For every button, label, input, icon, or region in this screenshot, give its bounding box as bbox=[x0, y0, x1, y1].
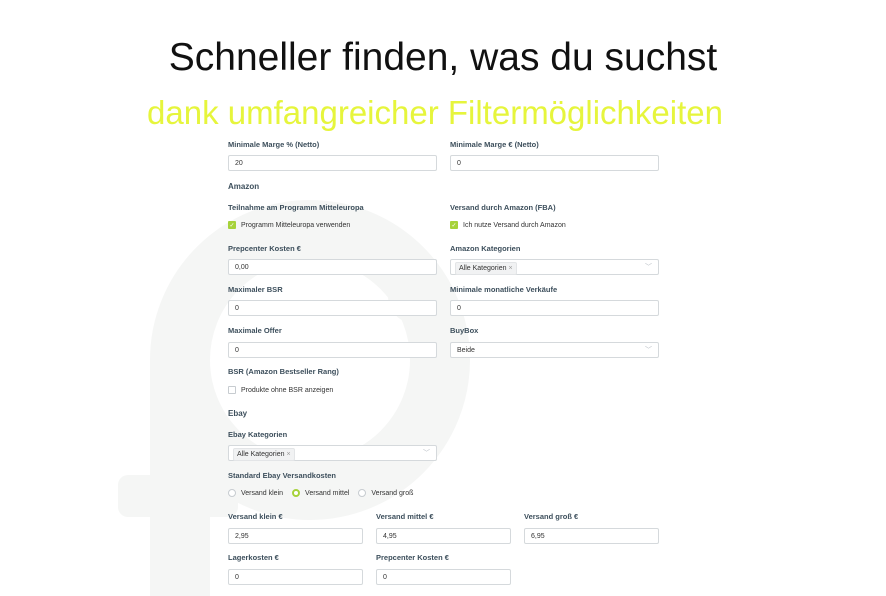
ship-small-input[interactable]: 2,95 bbox=[228, 528, 363, 544]
radio-option-large[interactable]: Versand groß bbox=[358, 489, 413, 497]
category-tag-label: Alle Kategorien bbox=[237, 451, 285, 458]
min-monthly-sales-label: Minimale monatliche Verkäufe bbox=[450, 285, 558, 294]
storage-cost-input[interactable]: 0 bbox=[228, 569, 363, 585]
shipping-label: Standard Ebay Versandkosten bbox=[228, 471, 336, 480]
chevron-down-icon[interactable]: ﹀ bbox=[423, 446, 430, 462]
tag-remove-icon[interactable]: × bbox=[508, 265, 512, 272]
chevron-down-icon[interactable]: ﹀ bbox=[645, 260, 652, 276]
max-offer-label: Maximale Offer bbox=[228, 326, 282, 335]
radio-label: Versand groß bbox=[371, 489, 414, 497]
prepcenter-cost-input[interactable]: 0,00 bbox=[228, 259, 437, 275]
min-margin-euro-input[interactable]: 0 bbox=[450, 155, 659, 171]
ebay-section-heading: Ebay bbox=[228, 409, 248, 418]
watermark-crossbar bbox=[118, 475, 238, 517]
max-offer-input[interactable]: 0 bbox=[228, 342, 437, 358]
category-tag-label: Alle Kategorien bbox=[459, 265, 507, 272]
radio-icon[interactable] bbox=[358, 489, 367, 497]
checkbox-checked-icon[interactable]: ✓ bbox=[228, 221, 236, 229]
shipping-radio-group: Versand klein Versand mittel Versand gro… bbox=[228, 489, 422, 497]
ebay-categories-select[interactable]: Alle Kategorien × ﹀ bbox=[228, 445, 437, 461]
checkbox-unchecked-icon[interactable] bbox=[228, 386, 236, 394]
max-bsr-label: Maximaler BSR bbox=[228, 285, 283, 294]
radio-option-small[interactable]: Versand klein bbox=[228, 489, 283, 497]
fba-option[interactable]: ✓ Ich nutze Versand durch Amazon bbox=[450, 221, 566, 229]
program-me-label: Teilnahme am Programm Mitteleuropa bbox=[228, 203, 364, 212]
ship-large-input[interactable]: 6,95 bbox=[524, 528, 659, 544]
radio-label: Versand klein bbox=[241, 489, 284, 497]
ship-small-label: Versand klein € bbox=[228, 512, 283, 521]
page-title: Schneller finden, was du suchst bbox=[168, 36, 718, 79]
radio-selected-icon[interactable] bbox=[292, 489, 301, 497]
ebay-categories-label: Ebay Kategorien bbox=[228, 430, 288, 439]
ebay-prepcenter-cost-input[interactable]: 0 bbox=[376, 569, 511, 585]
fba-checkbox-label: Ich nutze Versand durch Amazon bbox=[463, 221, 566, 229]
category-tag: Alle Kategorien × bbox=[455, 262, 517, 275]
amazon-section-heading: Amazon bbox=[228, 182, 260, 191]
max-bsr-input[interactable]: 0 bbox=[228, 300, 437, 316]
min-margin-percent-label: Minimale Marge % (Netto) bbox=[228, 140, 320, 149]
category-tag: Alle Kategorien × bbox=[233, 448, 295, 461]
radio-label: Versand mittel bbox=[305, 489, 350, 497]
amazon-categories-label: Amazon Kategorien bbox=[450, 244, 521, 253]
checkbox-checked-icon[interactable]: ✓ bbox=[450, 221, 458, 229]
ship-medium-input[interactable]: 4,95 bbox=[376, 528, 511, 544]
prepcenter-cost-label: Prepcenter Kosten € bbox=[228, 244, 301, 253]
min-margin-percent-input[interactable]: 20 bbox=[228, 155, 437, 171]
bsr-checkbox-label: Produkte ohne BSR anzeigen bbox=[241, 386, 334, 394]
buybox-label: BuyBox bbox=[450, 326, 479, 335]
ship-medium-label: Versand mittel € bbox=[376, 512, 434, 521]
page-subtitle: dank umfangreicher Filtermöglichkeiten bbox=[147, 94, 723, 131]
fba-label: Versand durch Amazon (FBA) bbox=[450, 203, 556, 212]
bsr-label: BSR (Amazon Bestseller Rang) bbox=[228, 367, 339, 376]
buybox-value: Beide bbox=[457, 347, 475, 354]
ship-large-label: Versand groß € bbox=[524, 512, 579, 521]
radio-icon[interactable] bbox=[228, 489, 236, 497]
amazon-categories-select[interactable]: Alle Kategorien × ﹀ bbox=[450, 259, 659, 275]
tag-remove-icon[interactable]: × bbox=[286, 451, 290, 458]
radio-option-medium[interactable]: Versand mittel bbox=[292, 489, 349, 497]
chevron-down-icon[interactable]: ﹀ bbox=[645, 343, 652, 359]
bsr-option[interactable]: Produkte ohne BSR anzeigen bbox=[228, 386, 333, 394]
program-me-option[interactable]: ✓ Programm Mitteleuropa verwenden bbox=[228, 221, 350, 229]
buybox-select[interactable]: Beide ﹀ bbox=[450, 342, 659, 358]
ebay-prepcenter-cost-label: Prepcenter Kosten € bbox=[376, 553, 449, 562]
min-margin-euro-label: Minimale Marge € (Netto) bbox=[450, 140, 539, 149]
storage-cost-label: Lagerkosten € bbox=[228, 553, 279, 562]
program-me-checkbox-label: Programm Mitteleuropa verwenden bbox=[241, 221, 351, 229]
min-monthly-sales-input[interactable]: 0 bbox=[450, 300, 659, 316]
